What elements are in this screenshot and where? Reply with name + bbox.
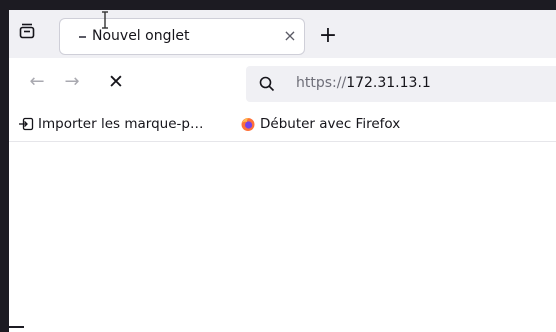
new-tab-button[interactable]: + — [316, 24, 340, 48]
tab-close-icon[interactable]: × — [280, 25, 300, 47]
page-content-area[interactable] — [9, 142, 556, 332]
forward-button[interactable]: → — [60, 70, 84, 94]
window-frame-top — [0, 0, 556, 10]
window-frame-left — [0, 0, 9, 332]
back-button[interactable]: ← — [25, 70, 49, 94]
import-icon — [18, 116, 34, 132]
url-bar[interactable]: https://172.31.13.1 — [246, 66, 556, 102]
search-icon — [258, 75, 276, 93]
stop-loading-button[interactable]: ✕ — [104, 70, 128, 94]
bookmark-debuter-avec-firefox[interactable]: Débuter avec Firefox — [240, 114, 400, 134]
firefox-icon — [240, 116, 256, 132]
tab-title: Nouvel onglet — [92, 28, 190, 44]
window-frame-bottom — [0, 326, 24, 328]
url-host: 172.31.13.1 — [346, 75, 431, 91]
url-scheme: https:// — [296, 75, 347, 91]
tab-nouvel-onglet[interactable]: Nouvel onglet × — [59, 18, 305, 55]
bookmark-import[interactable]: Importer les marque-p… — [18, 114, 203, 134]
bookmark-label: Débuter avec Firefox — [260, 116, 401, 132]
tab-list-icon[interactable] — [14, 18, 40, 44]
tab-favicon-placeholder-icon — [79, 36, 86, 38]
url-text[interactable]: https://172.31.13.1 — [296, 75, 431, 91]
bookmark-label: Importer les marque-p… — [38, 116, 204, 132]
text-cursor-icon — [100, 10, 110, 30]
